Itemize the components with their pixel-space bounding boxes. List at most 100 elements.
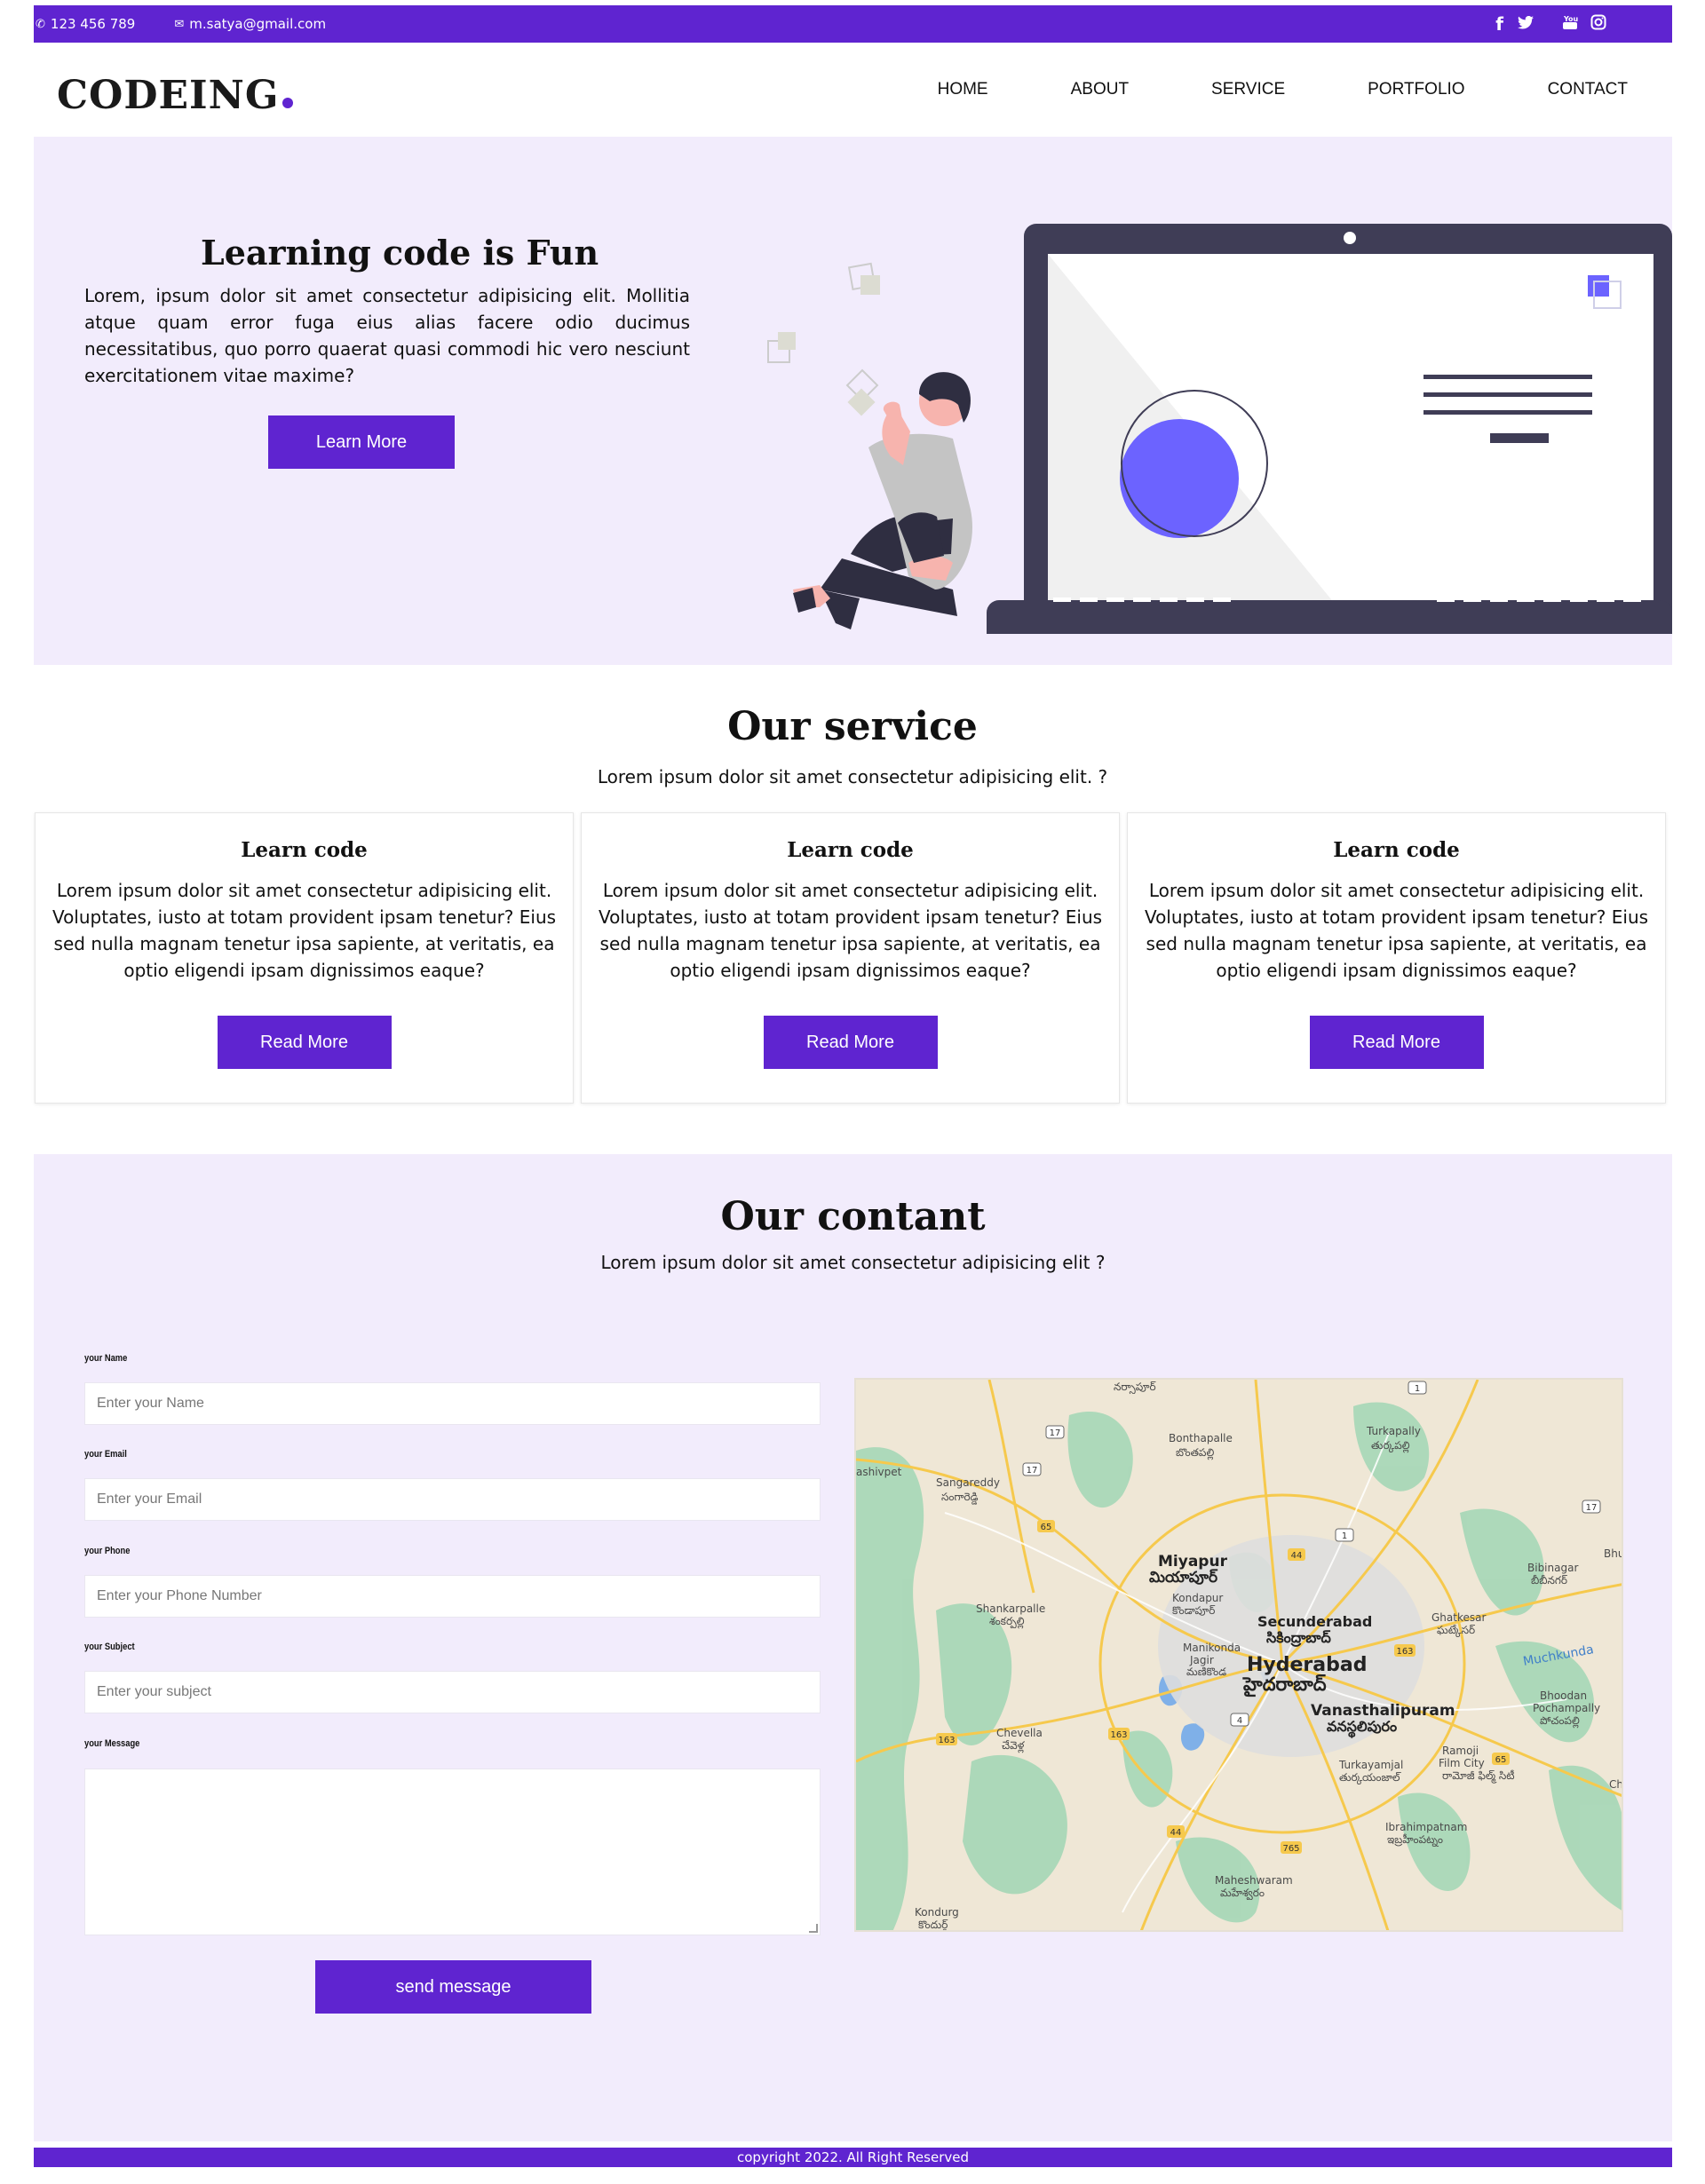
card-title: Learn code xyxy=(241,838,368,862)
phone-field[interactable]: Enter your Phone Number xyxy=(84,1575,821,1618)
logo-dot xyxy=(282,98,294,108)
svg-text:Turkayamjal: Turkayamjal xyxy=(1338,1759,1403,1771)
svg-text:Miyapur: Miyapur xyxy=(1158,1553,1228,1571)
email-contact[interactable]: ✉ m.satya@gmail.com xyxy=(174,16,326,32)
twitter-icon[interactable] xyxy=(1518,15,1534,34)
envelope-icon: ✉ xyxy=(174,17,185,31)
svg-text:163: 163 xyxy=(1110,1730,1127,1740)
svg-text:You: You xyxy=(1563,15,1578,23)
email-label: your Email xyxy=(84,1449,127,1460)
contact-title: Our contant xyxy=(720,1194,986,1239)
svg-text:బొంతపల్లి: బొంతపల్లి xyxy=(1176,1446,1214,1460)
nav-service[interactable]: SERVICE xyxy=(1211,80,1285,99)
read-more-button[interactable]: Read More xyxy=(217,1016,392,1069)
map-embed[interactable]: నర్సాపూర్ Bonthapalle బొంతపల్లి Turkapal… xyxy=(854,1378,1623,1932)
subject-label: your Subject xyxy=(84,1642,135,1652)
name-label: your Name xyxy=(84,1353,128,1364)
floating-squares xyxy=(767,262,880,416)
logo-text: CODEING xyxy=(57,73,280,118)
svg-text:చేవెళ్ల: చేవెళ్ల xyxy=(1002,1739,1026,1753)
hero-text: Lorem, ipsum dolor sit amet consectetur … xyxy=(84,285,690,386)
nav-home[interactable]: HOME xyxy=(938,80,988,99)
learn-more-button[interactable]: Learn More xyxy=(268,415,455,469)
svg-text:Pochampally: Pochampally xyxy=(1533,1702,1600,1714)
svg-text:ఘట్కేసర్: ఘట్కేసర్ xyxy=(1437,1624,1475,1638)
map-canvas[interactable]: నర్సాపూర్ Bonthapalle బొంతపల్లి Turkapal… xyxy=(856,1380,1623,1932)
svg-text:44: 44 xyxy=(1170,1828,1182,1838)
svg-text:1: 1 xyxy=(1415,1384,1420,1394)
svg-text:65: 65 xyxy=(1495,1755,1507,1765)
svg-text:పోచంపల్లి: పోచంపల్లి xyxy=(1540,1714,1580,1729)
service-card: Learn code Lorem ipsum dolor sit amet co… xyxy=(1127,812,1666,1104)
svg-text:హైదరాబాద్: హైదరాబాద్ xyxy=(1242,1674,1327,1697)
card-text: Lorem ipsum dolor sit amet consectetur a… xyxy=(598,880,1103,981)
facebook-icon[interactable]: f xyxy=(1495,13,1503,35)
svg-text:శంకర్పల్లి: శంకర్పల్లి xyxy=(989,1615,1025,1629)
nav-portfolio[interactable]: PORTFOLIO xyxy=(1368,80,1464,99)
svg-text:765: 765 xyxy=(1282,1844,1299,1854)
svg-text:163: 163 xyxy=(938,1736,955,1745)
svg-text:మియాపూర్: మియాపూర్ xyxy=(1149,1569,1218,1587)
svg-text:163: 163 xyxy=(1396,1647,1413,1657)
name-field[interactable]: Enter your Name xyxy=(84,1382,821,1425)
service-card: Learn code Lorem ipsum dolor sit amet co… xyxy=(581,812,1120,1104)
svg-text:Chc: Chc xyxy=(1609,1778,1623,1791)
email-address: m.satya@gmail.com xyxy=(189,16,327,32)
svg-text:రామోజీ ఫిల్మ్ సిటీ: రామోజీ ఫిల్మ్ సిటీ xyxy=(1442,1769,1515,1784)
subject-field[interactable]: Enter your subject xyxy=(84,1671,821,1713)
phone-icon: ✆ xyxy=(36,17,45,31)
svg-text:Maheshwaram: Maheshwaram xyxy=(1215,1874,1293,1887)
svg-text:తుర్కయంజాల్: తుర్కయంజాల్ xyxy=(1339,1771,1401,1785)
svg-text:మహేశ్వరం: మహేశ్వరం xyxy=(1220,1887,1265,1901)
svg-text:Chevella: Chevella xyxy=(996,1727,1043,1739)
svg-text:మణికొండ: మణికొండ xyxy=(1186,1666,1226,1678)
svg-text:ఇబ్రహీంపట్నం: ఇబ్రహీంపట్నం xyxy=(1387,1833,1443,1848)
youtube-icon[interactable]: You xyxy=(1562,14,1579,35)
phone-number: 123 456 789 xyxy=(50,16,136,32)
card-title: Learn code xyxy=(1333,838,1460,862)
svg-text:నర్సాపూర్: నర్సాపూర్ xyxy=(1114,1381,1156,1395)
card-text: Lorem ipsum dolor sit amet consectetur a… xyxy=(1144,880,1649,981)
message-textarea[interactable] xyxy=(84,1769,821,1935)
svg-text:Film City: Film City xyxy=(1439,1757,1485,1769)
read-more-button[interactable]: Read More xyxy=(1309,1016,1484,1069)
hero-illustration xyxy=(767,224,1672,634)
instagram-icon[interactable] xyxy=(1590,14,1606,35)
svg-text:Manikonda: Manikonda xyxy=(1183,1642,1241,1654)
site-header: CODEING HOME ABOUT SERVICE PORTFOLIO CON… xyxy=(34,43,1672,137)
phone-contact[interactable]: ✆ 123 456 789 xyxy=(36,16,135,32)
email-field[interactable]: Enter your Email xyxy=(84,1478,821,1521)
nav-contact[interactable]: CONTACT xyxy=(1548,80,1628,99)
hero-title: Learning code is Fun xyxy=(201,233,599,273)
svg-text:ashivpet: ashivpet xyxy=(856,1466,902,1478)
service-card: Learn code Lorem ipsum dolor sit amet co… xyxy=(35,812,574,1104)
svg-text:సికింద్రాబాద్: సికింద్రాబాద్ xyxy=(1266,1629,1331,1647)
contact-section: Our contant Lorem ipsum dolor sit amet c… xyxy=(34,1154,1672,2141)
svg-text:Secunderabad: Secunderabad xyxy=(1257,1613,1372,1630)
svg-text:Bonthapalle: Bonthapalle xyxy=(1169,1432,1233,1444)
read-more-button[interactable]: Read More xyxy=(763,1016,938,1069)
svg-text:బీబీనగర్: బీబీనగర్ xyxy=(1531,1574,1567,1587)
svg-text:Vanasthalipuram: Vanasthalipuram xyxy=(1311,1702,1455,1720)
nav-about[interactable]: ABOUT xyxy=(1071,80,1129,99)
logo[interactable]: CODEING xyxy=(57,73,294,118)
main-nav: HOME ABOUT SERVICE PORTFOLIO CONTACT xyxy=(855,80,1628,99)
svg-text:Bibinagar: Bibinagar xyxy=(1527,1562,1578,1574)
send-message-button[interactable]: send message xyxy=(315,1960,591,2014)
top-bar: ✆ 123 456 789 ✉ m.satya@gmail.com f You xyxy=(34,5,1672,43)
svg-text:Kondapur: Kondapur xyxy=(1172,1592,1223,1604)
contact-subtitle: Lorem ipsum dolor sit amet consectetur a… xyxy=(600,1252,1106,1273)
svg-text:కొందుర్గ్: కొందుర్గ్ xyxy=(918,1919,948,1932)
svg-text:Bhuva: Bhuva xyxy=(1604,1547,1623,1560)
svg-text:తుర్కపల్లి: తుర్కపల్లి xyxy=(1371,1439,1410,1453)
svg-text:4: 4 xyxy=(1237,1716,1242,1726)
svg-text:Sangareddy: Sangareddy xyxy=(936,1476,1000,1489)
card-title: Learn code xyxy=(787,838,914,862)
social-links: f You xyxy=(1495,13,1606,35)
svg-text:Ibrahimpatnam: Ibrahimpatnam xyxy=(1385,1821,1467,1833)
resize-grip-icon[interactable] xyxy=(809,1924,818,1933)
svg-text:కొండాపూర్: కొండాపూర్ xyxy=(1172,1604,1215,1617)
message-label: your Message xyxy=(84,1738,140,1749)
person-figure xyxy=(793,372,972,629)
service-title: Our service xyxy=(727,704,978,749)
